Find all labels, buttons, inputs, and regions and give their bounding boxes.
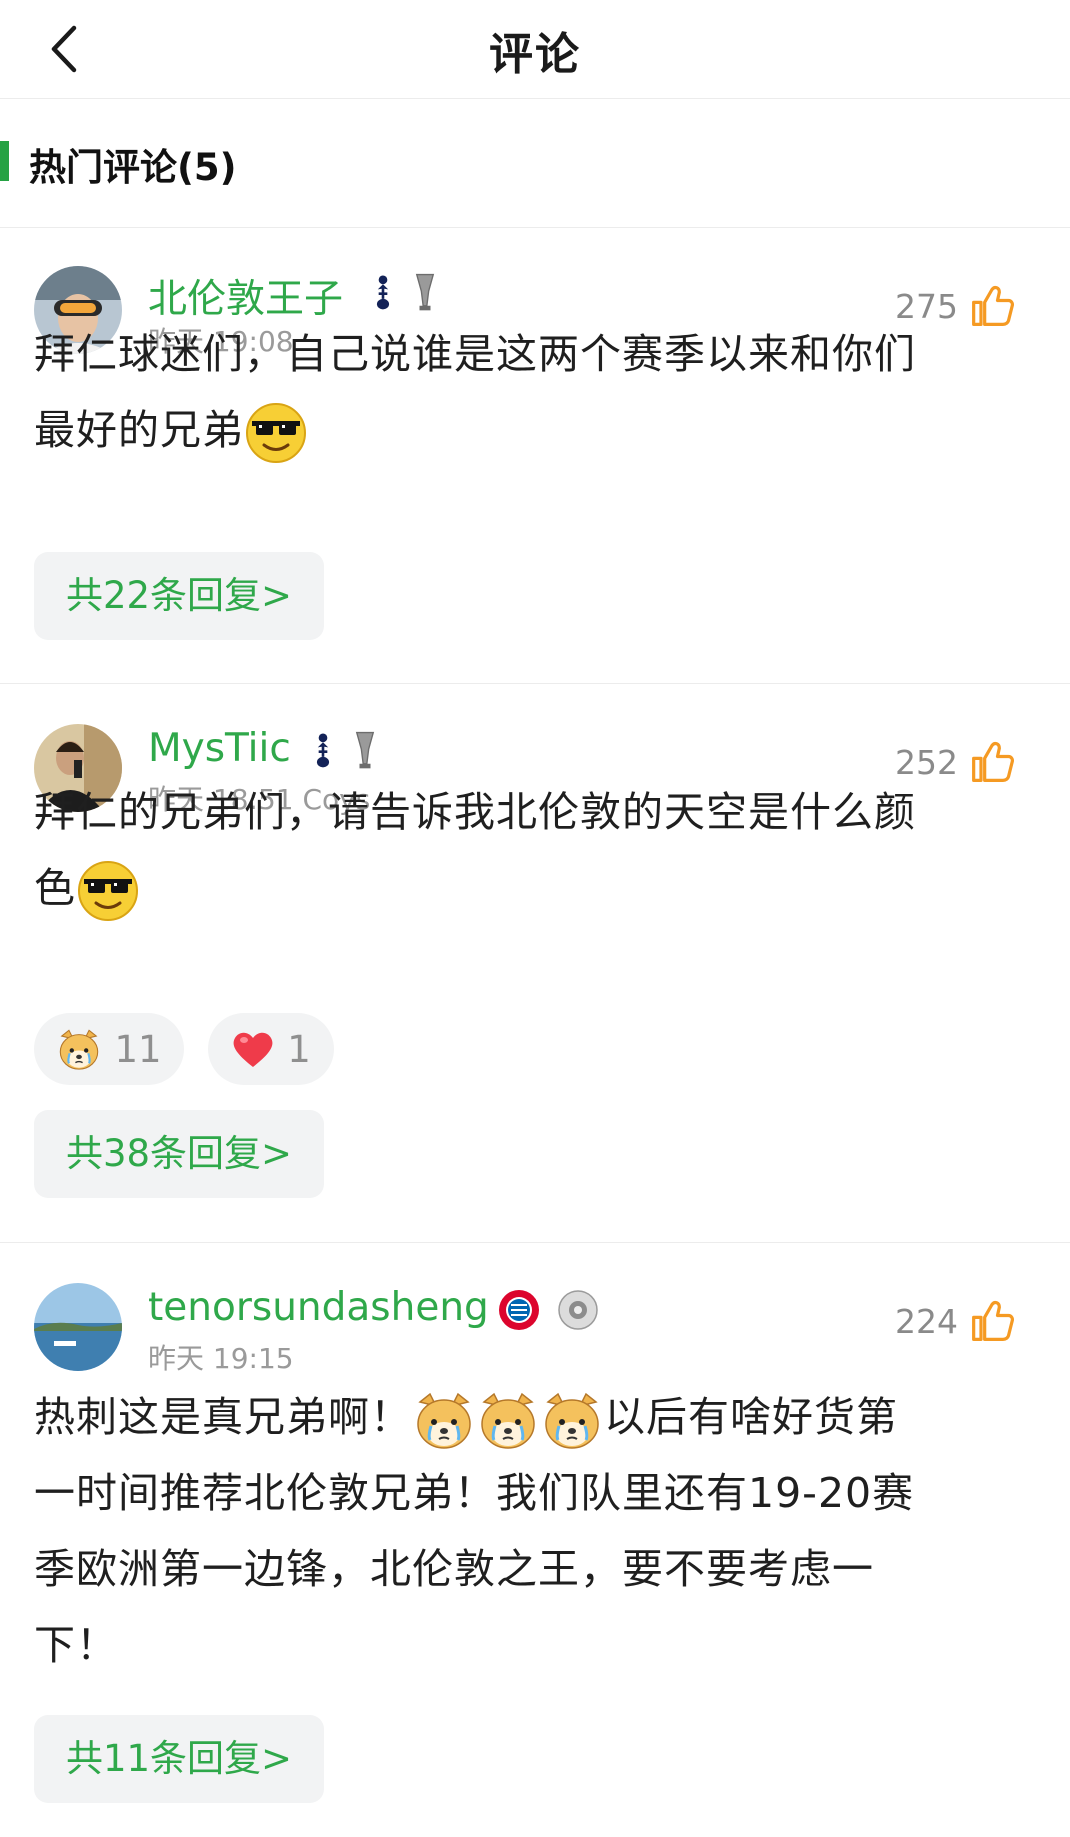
comment-text-line: 热刺这是真兄弟啊！ 以后有啥好货第 (34, 1379, 1024, 1455)
comment-text-line: 拜仁球迷们，自己说谁是这两个赛季以来和你们 (34, 330, 916, 378)
comment-item: MysTiic 昨天 18:51 Coys 252 拜仁的兄弟们，请告诉我北伦敦… (0, 684, 1070, 1243)
avatar[interactable] (34, 1283, 122, 1371)
reaction-count: 11 (114, 1027, 162, 1071)
comment-text-line: 最好的兄弟 (34, 392, 1024, 468)
view-replies-button[interactable]: 共38条回复> (34, 1110, 324, 1198)
comment-text: 拜仁球迷们，自己说谁是这两个赛季以来和你们 最好的兄弟 (34, 316, 1024, 468)
comment-text-line: 色 (34, 850, 1024, 926)
view-replies-button[interactable]: 共22条回复> (34, 552, 324, 640)
comment-time: 昨天 19:15 (148, 1342, 294, 1375)
cool-sunglasses-emoji-icon (76, 859, 140, 923)
comment-text-line: 季欧洲第一边锋，北伦敦之王，要不要考虑一 (34, 1545, 874, 1593)
comment-text: 热刺这是真兄弟啊！ 以后有啥好货第 一时间推荐北伦敦兄弟！我们队里还有19-20赛… (34, 1379, 1024, 1683)
spurs-badge-icon (370, 270, 396, 314)
comment-item: tenorsundasheng 昨天 19:15 224 热刺这是真兄弟啊！ 以后… (0, 1243, 1070, 1837)
comment-text-fragment: 热刺这是真兄弟啊！ (34, 1393, 412, 1441)
reaction-chip[interactable]: 11 (34, 1013, 184, 1085)
trophy-badge-icon (354, 728, 376, 772)
like-button[interactable]: 224 (895, 1299, 1014, 1343)
username[interactable]: MysTiic (148, 726, 291, 771)
spurs-badge-icon (310, 728, 336, 772)
comment-text: 拜仁的兄弟们，请告诉我北伦敦的天空是什么颜 色 (34, 774, 1024, 926)
crying-dog-emoji-icon (412, 1388, 476, 1452)
comment-text-fragment: 最好的兄弟 (34, 406, 244, 454)
thumbs-up-icon (970, 1299, 1014, 1343)
comment-text-line: 一时间推荐北伦敦兄弟！我们队里还有19-20赛 (34, 1469, 915, 1517)
user-badges (310, 728, 376, 772)
username[interactable]: tenorsundasheng (148, 1285, 489, 1330)
user-badges (370, 270, 436, 314)
like-count: 224 (895, 1301, 958, 1341)
page-title: 评论 (489, 29, 581, 80)
comment-text-line: 下！ (34, 1621, 118, 1669)
comment-text-fragment: 色 (34, 864, 76, 912)
section-title: 热门评论(5) (29, 146, 237, 189)
heart-icon (233, 1032, 273, 1067)
reaction-chip[interactable]: 1 (208, 1013, 334, 1085)
crying-dog-emoji-icon (476, 1388, 540, 1452)
crying-dog-emoji-icon (56, 1026, 102, 1072)
hot-comments-header: 热门评论(5) (0, 99, 1070, 228)
comment-item: 北伦敦王子 昨天 19:08 275 拜仁球迷们，自己说谁是这两个赛季以来和你们… (0, 228, 1070, 684)
bayern-badge-icon (499, 1290, 539, 1330)
reaction-count: 1 (287, 1027, 311, 1071)
trophy-badge-icon (414, 270, 436, 314)
crying-dog-emoji-icon (540, 1388, 604, 1452)
user-badges (498, 1289, 598, 1331)
view-replies-button[interactable]: 共11条回复> (34, 1715, 324, 1803)
cool-sunglasses-emoji-icon (244, 401, 308, 465)
section-accent-bar (0, 141, 9, 181)
comment-text-fragment: 以后有啥好货第 (604, 1393, 898, 1441)
top-bar: 评论 (0, 0, 1070, 99)
comment-text-line: 拜仁的兄弟们，请告诉我北伦敦的天空是什么颜 (34, 788, 916, 836)
shield-badge-icon (558, 1290, 598, 1330)
